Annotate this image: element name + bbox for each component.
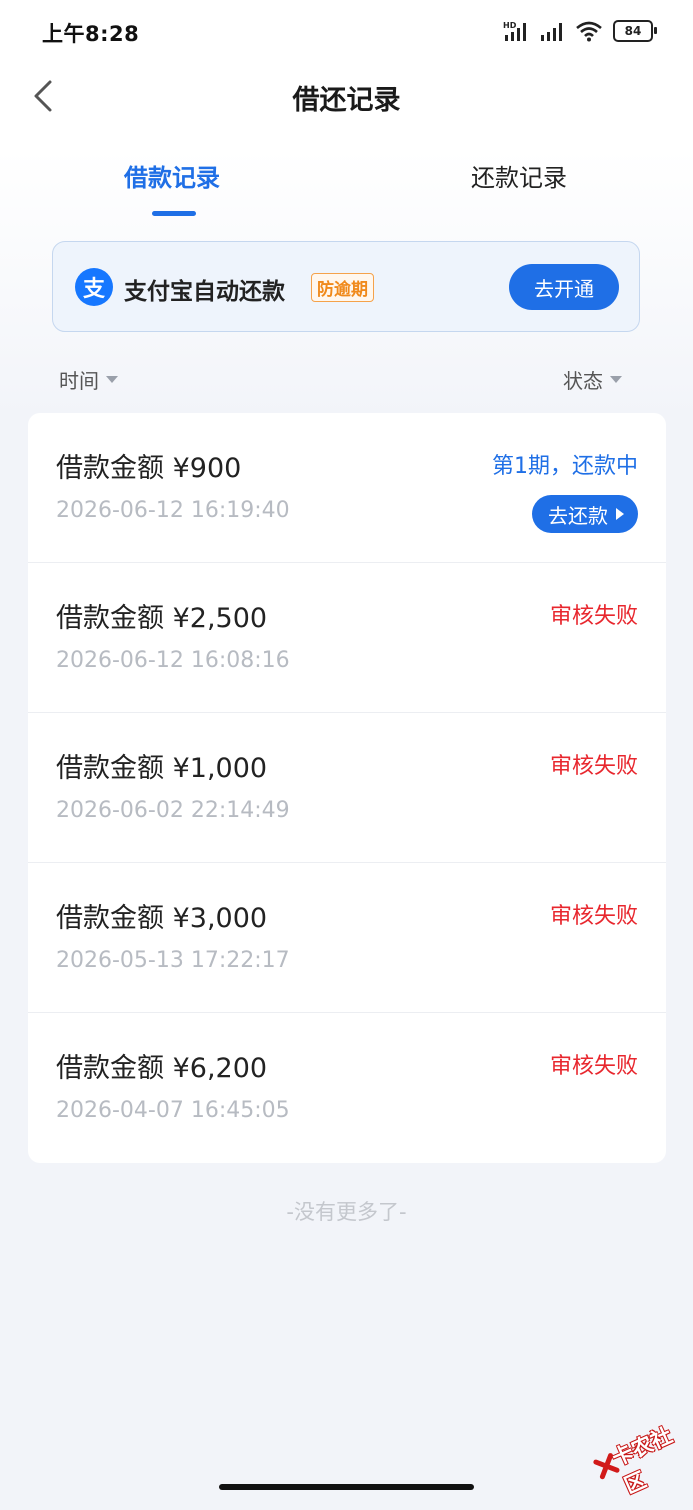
tab-loan-records[interactable]: 借款记录: [124, 158, 220, 193]
status-filter[interactable]: 状态: [563, 365, 622, 394]
loan-record-list: 借款金额 ¥900 2026-06-12 16:19:40 第1期，还款中 去还…: [28, 413, 666, 1163]
filter-bar: 时间 状态: [0, 355, 693, 401]
loan-amount: 借款金额 ¥900: [56, 453, 242, 484]
alipay-logo-char: 支: [82, 277, 105, 302]
tab-repayment-records[interactable]: 还款记录: [471, 158, 567, 193]
cellular-signal-icon: [541, 23, 562, 41]
loan-date: 2026-06-12 16:08:16: [56, 648, 290, 673]
tab-bar: 借款记录 还款记录: [0, 150, 693, 222]
list-item[interactable]: 借款金额 ¥1,000 2026-06-02 22:14:49 审核失败: [28, 713, 666, 863]
loan-status: 审核失败: [549, 904, 638, 929]
status-bar: 上午8:28 HD 84: [0, 0, 693, 62]
status-icons: HD 84: [503, 18, 657, 44]
loan-date: 2026-06-12 16:19:40: [56, 498, 290, 523]
alipay-auto-repay-banner[interactable]: 支 支付宝自动还款 防逾期 去开通: [52, 241, 640, 332]
battery-icon: 84: [613, 20, 657, 42]
wifi-icon: [576, 21, 602, 42]
loan-amount: 借款金额 ¥3,000: [56, 903, 268, 934]
hd-label: HD: [503, 21, 517, 30]
no-more-text: -没有更多了-: [286, 1200, 407, 1224]
watermark-text: 卡农社区: [608, 1423, 676, 1499]
alipay-logo-icon: 支: [75, 268, 113, 306]
loan-status: 审核失败: [549, 604, 638, 629]
loan-status: 审核失败: [549, 1054, 638, 1079]
loan-status: 审核失败: [549, 754, 638, 779]
banner-text: 支付宝自动还款: [124, 279, 285, 305]
tab-active-indicator: [152, 211, 196, 216]
loan-date: 2026-04-07 16:45:05: [56, 1098, 290, 1123]
list-item[interactable]: 借款金额 ¥3,000 2026-05-13 17:22:17 审核失败: [28, 863, 666, 1013]
hd-signal-icon: HD: [503, 21, 526, 41]
status-filter-label: 状态: [563, 369, 603, 393]
caret-down-icon: [610, 376, 622, 383]
clock: 上午8:28: [42, 22, 140, 46]
loan-date: 2026-06-02 22:14:49: [56, 798, 290, 823]
loan-amount: 借款金额 ¥6,200: [56, 1053, 268, 1084]
play-arrow-icon: [616, 508, 624, 520]
list-item[interactable]: 借款金额 ¥2,500 2026-06-12 16:08:16 审核失败: [28, 563, 666, 713]
time-filter-label: 时间: [59, 369, 99, 393]
battery-level: 84: [624, 24, 642, 38]
watermark-logo: 卡农社区: [578, 1398, 693, 1504]
activate-button[interactable]: 去开通: [509, 264, 619, 310]
list-item[interactable]: 借款金额 ¥6,200 2026-04-07 16:45:05 审核失败: [28, 1013, 666, 1163]
nav-bar: 借还记录: [0, 62, 693, 132]
repay-button[interactable]: 去还款: [532, 495, 638, 533]
loan-amount: 借款金额 ¥2,500: [56, 603, 268, 634]
loan-date: 2026-05-13 17:22:17: [56, 948, 290, 973]
loan-status: 第1期，还款中: [492, 454, 638, 479]
loan-amount: 借款金额 ¥1,000: [56, 753, 268, 784]
home-indicator[interactable]: [219, 1484, 474, 1490]
anti-overdue-badge: 防逾期: [311, 273, 374, 302]
list-item[interactable]: 借款金额 ¥900 2026-06-12 16:19:40 第1期，还款中 去还…: [28, 413, 666, 563]
page-title: 借还记录: [292, 85, 401, 116]
time-filter[interactable]: 时间: [59, 365, 118, 394]
caret-down-icon: [106, 376, 118, 383]
repay-button-label: 去还款: [548, 503, 608, 528]
